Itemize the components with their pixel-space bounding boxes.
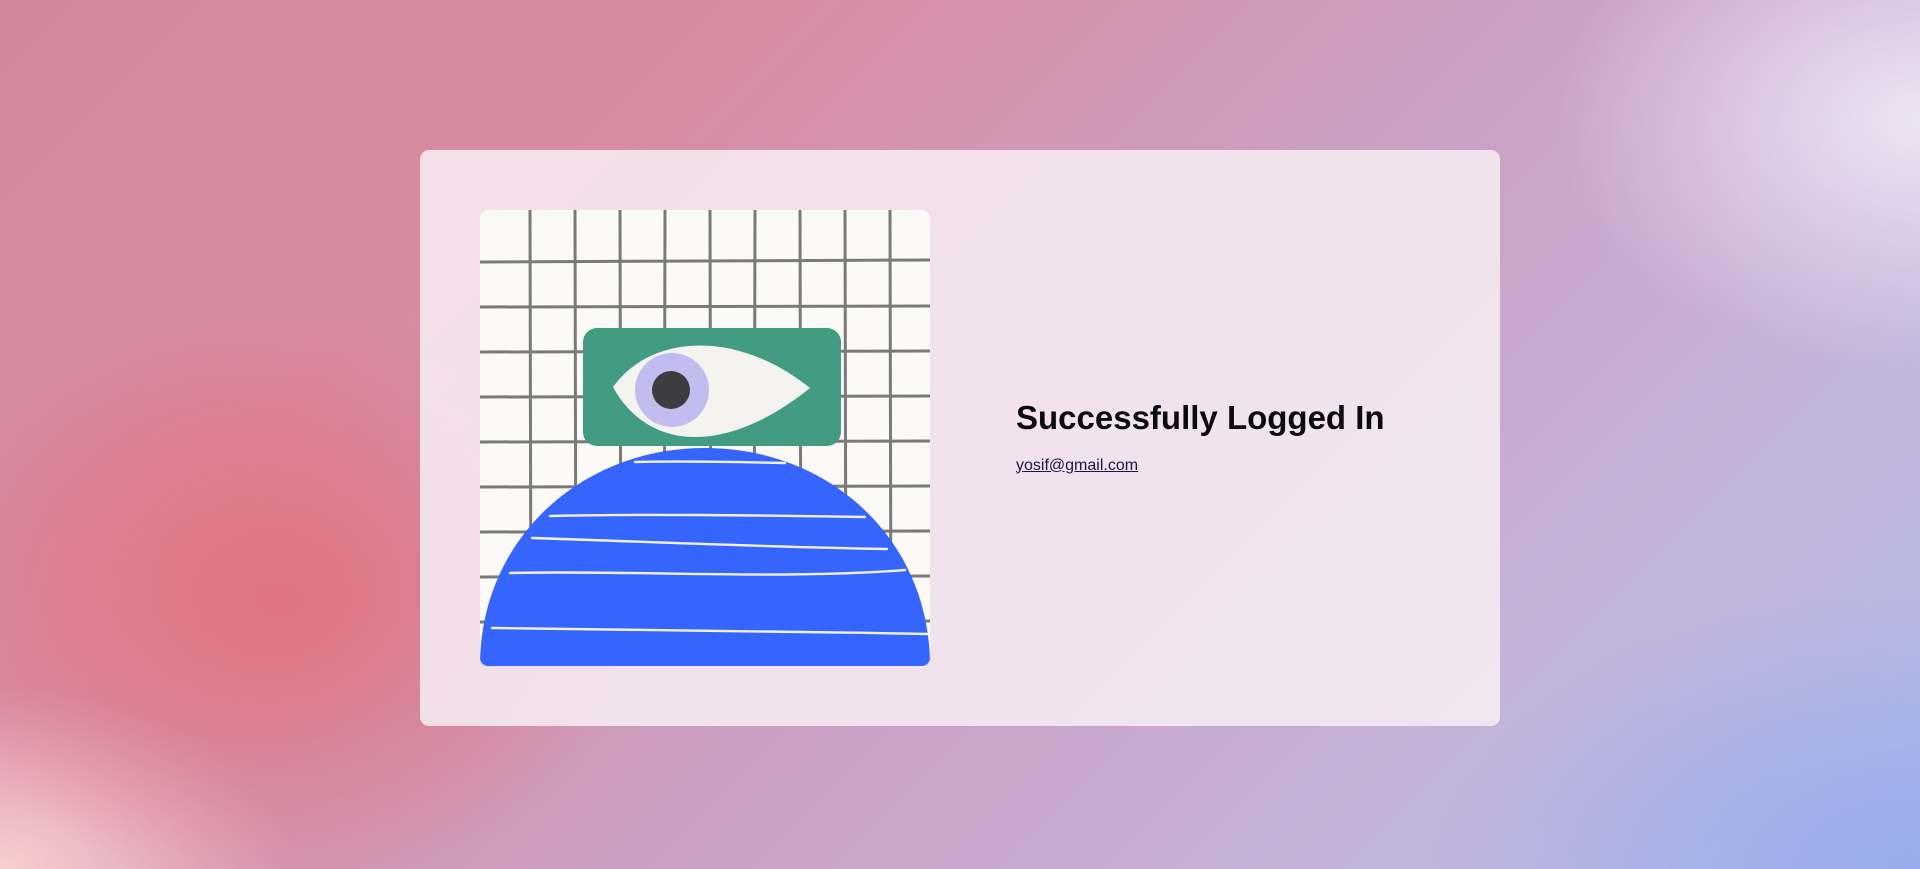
login-status: Successfully Logged In yosif@gmail.com — [1016, 398, 1456, 475]
eye-pupil — [652, 371, 690, 409]
user-email-link[interactable]: yosif@gmail.com — [1016, 457, 1138, 475]
page-title: Successfully Logged In — [1016, 399, 1385, 436]
login-success-card: Successfully Logged In yosif@gmail.com — [420, 150, 1500, 726]
eye-illustration-svg — [480, 210, 930, 666]
eye-illustration — [480, 210, 930, 666]
